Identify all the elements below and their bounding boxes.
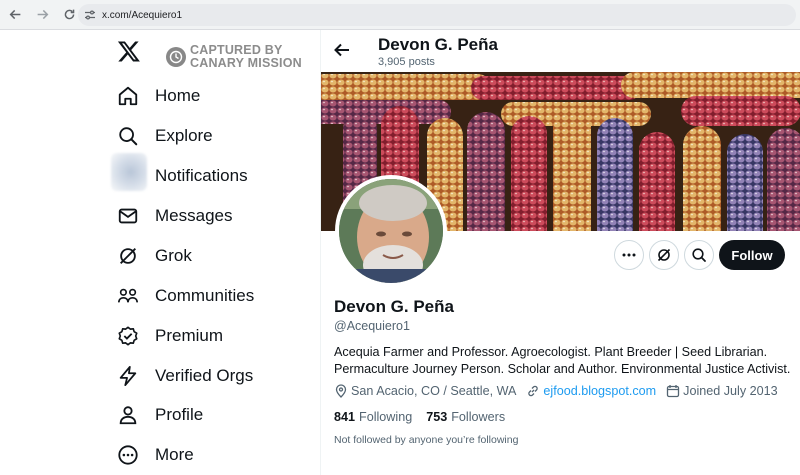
clock-icon <box>166 47 186 67</box>
communities-icon <box>116 284 140 308</box>
following-count: 841 <box>334 410 356 424</box>
back-arrow-icon[interactable] <box>333 41 351 59</box>
nav-item-explore[interactable]: Explore <box>116 121 213 151</box>
profile-column: Devon G. Peña 3,905 posts Follow Devon G… <box>321 30 800 475</box>
link-icon <box>528 385 539 397</box>
followers-link[interactable]: 753 Followers <box>426 410 505 424</box>
home-icon <box>116 84 140 108</box>
site-settings-icon[interactable] <box>84 9 96 21</box>
left-sidebar: CAPTURED BY CANARY MISSION Home Explore … <box>0 30 320 475</box>
nav-item-communities[interactable]: Communities <box>116 281 254 311</box>
person-icon <box>116 403 140 427</box>
nav-item-grok[interactable]: Grok <box>116 241 192 271</box>
location: San Acacio, CO / Seattle, WA <box>334 384 516 398</box>
nav-label-home: Home <box>155 86 201 105</box>
more-circle-icon <box>116 443 140 467</box>
x-logo-icon[interactable] <box>117 39 141 63</box>
header-post-count: 3,905 posts <box>378 56 435 68</box>
search-icon <box>692 248 706 262</box>
url-text[interactable]: x.com/Acequiero1 <box>102 10 182 21</box>
forward-arrow-icon[interactable] <box>30 3 54 27</box>
followers-label: Followers <box>451 410 506 424</box>
lightning-icon <box>116 364 140 388</box>
following-label: Following <box>359 410 413 424</box>
header-name: Devon G. Peña <box>378 35 498 54</box>
search-icon <box>116 124 140 148</box>
profile-meta: San Acacio, CO / Seattle, WA ejfood.blog… <box>334 384 788 398</box>
profile-handle: @Acequiero1 <box>334 319 410 333</box>
grok-icon <box>116 244 140 268</box>
nav-item-home[interactable]: Home <box>116 81 200 111</box>
following-link[interactable]: 841 Following <box>334 410 412 424</box>
more-options-button[interactable] <box>614 240 644 270</box>
website[interactable]: ejfood.blogspot.com <box>526 384 656 398</box>
not-followed-note: Not followed by anyone you’re following <box>334 434 519 446</box>
join-date: Joined July 2013 <box>666 384 778 398</box>
nav-label-verified-orgs: Verified Orgs <box>155 366 254 385</box>
bio-line-2: Permaculture Journey Person. Scholar and… <box>334 362 791 376</box>
nav-label-explore: Explore <box>155 126 213 145</box>
nav-label-messages: Messages <box>155 206 233 225</box>
nav-item-messages[interactable]: Messages <box>116 201 232 231</box>
follow-button[interactable]: Follow <box>719 240 785 270</box>
profile-name: Devon G. Peña <box>334 297 454 316</box>
follow-stats: 841 Following 753 Followers <box>334 410 519 424</box>
joined-text: Joined July 2013 <box>683 384 778 398</box>
nav-item-verified-orgs[interactable]: Verified Orgs <box>116 361 253 391</box>
nav-label-more: More <box>155 445 194 464</box>
address-bar[interactable]: x.com/Acequiero1 <box>78 4 796 26</box>
nav-label-profile: Profile <box>155 405 204 424</box>
calendar-icon <box>666 385 680 398</box>
followers-count: 753 <box>426 410 448 424</box>
nav-label-communities: Communities <box>155 286 255 305</box>
back-arrow-icon[interactable] <box>3 3 27 27</box>
nav-item-notifications[interactable]: Notifications <box>116 161 248 191</box>
nav-label-notifications: Notifications <box>155 166 248 185</box>
location-text: San Acacio, CO / Seattle, WA <box>351 384 517 398</box>
nav-label-premium: Premium <box>155 326 224 345</box>
mail-icon <box>116 204 140 228</box>
avatar-photo <box>339 179 443 283</box>
watermark-line2: CANARY MISSION <box>190 56 302 70</box>
profile-avatar[interactable] <box>335 175 447 287</box>
nav-label-grok: Grok <box>155 246 192 265</box>
canary-mission-watermark: CAPTURED BY CANARY MISSION <box>166 44 302 70</box>
ellipsis-icon <box>622 253 636 257</box>
location-pin-icon <box>335 384 347 398</box>
website-link[interactable]: ejfood.blogspot.com <box>543 384 656 398</box>
grok-icon <box>657 248 671 262</box>
grok-button[interactable] <box>649 240 679 270</box>
nav-item-premium[interactable]: Premium <box>116 321 223 351</box>
search-profile-button[interactable] <box>684 240 714 270</box>
browser-toolbar: x.com/Acequiero1 <box>0 0 800 30</box>
bio-line-1: Acequia Farmer and Professor. Agroecolog… <box>334 345 768 359</box>
nav-item-profile[interactable]: Profile <box>116 400 203 430</box>
profile-bio: Acequia Farmer and Professor. Agroecolog… <box>334 344 794 378</box>
nav-item-more[interactable]: More <box>116 440 194 470</box>
premium-icon <box>116 324 140 348</box>
